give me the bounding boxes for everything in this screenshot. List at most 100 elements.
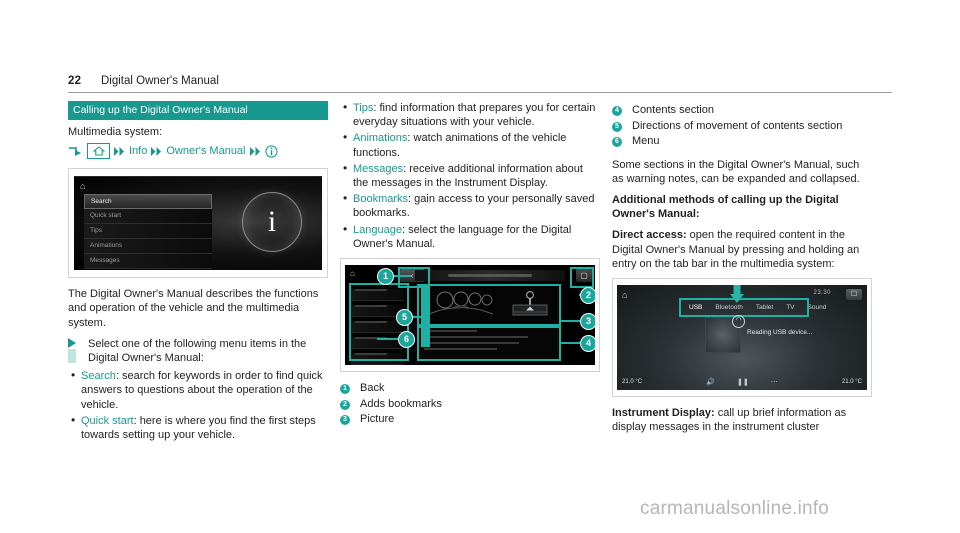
double-chevron-icon — [151, 146, 162, 156]
left-column: Calling up the Digital Owner's Manual Mu… — [68, 101, 328, 449]
callout-label: Directions of movement of contents secti… — [632, 119, 843, 132]
figure-manual-screen-callouts: ⌂ ‹ ▢ 1 2 3 4 5 6 — [340, 258, 600, 373]
callout-number: 3 — [340, 415, 350, 426]
breadcrumb-item-info[interactable]: Info — [129, 145, 147, 157]
bullet-term: Bookmarks — [353, 193, 409, 206]
loading-icon: ◠ — [732, 314, 745, 328]
breadcrumb: Info Owner's Manual — [68, 143, 328, 160]
list-item: Messages: receive additional information… — [340, 161, 600, 190]
callout-label: Adds bookmarks — [360, 397, 442, 410]
status-bar-text: 23:30 — [813, 289, 831, 296]
bullet-term: Language — [353, 223, 402, 236]
callout-badge-5: 5 — [396, 309, 413, 327]
callout-label: Menu — [632, 135, 660, 147]
infotainment-screenshot-usb: ⌂ 23:30 ☐ USB Bluetooth Tablet TV Sound … — [617, 284, 867, 390]
leader-line — [377, 338, 399, 341]
document-page: 22 Digital Owner's Manual Calling up the… — [0, 0, 960, 533]
home-icon — [87, 143, 110, 160]
bullet-term: Search — [81, 370, 116, 383]
heading-bold-text: Additional methods of calling up the Dig… — [612, 193, 839, 221]
callout-number: 4 — [612, 106, 622, 116]
callout-badge-1: 1 — [377, 268, 394, 286]
middle-callout-legend: 1 Back 2 Adds bookmarks 3 Picture — [340, 381, 600, 428]
volume-icon[interactable]: 🔊 — [706, 378, 715, 386]
step-bar-marker — [68, 348, 76, 363]
overlay-bookmark-region — [570, 267, 594, 289]
figure-owners-manual-menu: ⌂ Search Quick start Tips Animations Mes… — [68, 168, 328, 279]
overlay-back-region — [398, 267, 430, 289]
figure-tab-bar-usb: ⌂ 23:30 ☐ USB Bluetooth Tablet TV Sound … — [612, 277, 872, 397]
step-triangle-icon — [68, 337, 76, 348]
page-header: 22 Digital Owner's Manual — [68, 72, 892, 94]
menu-item-messages[interactable]: Messages — [84, 254, 212, 270]
menu-item-quick-start[interactable]: Quick start — [84, 209, 212, 225]
instrument-display-label: Instrument Display: — [612, 406, 715, 419]
callout-badge-4: 4 — [580, 335, 595, 353]
breadcrumb-item-owners-manual[interactable]: Owner's Manual — [166, 145, 245, 157]
direct-access-label: Direct access: — [612, 229, 687, 242]
instrument-display-paragraph: Instrument Display: call up brief inform… — [612, 406, 872, 434]
bullet-term: Quick start — [81, 414, 134, 427]
list-item: Language: select the language for the Di… — [340, 222, 600, 251]
down-arrow-icon — [730, 284, 744, 303]
home-icon: ⌂ — [350, 269, 355, 279]
turn-arrow-icon — [68, 146, 83, 157]
screen-top-divider — [74, 176, 322, 178]
tab-sound[interactable]: Sound — [808, 304, 827, 311]
middle-column: Tips: find information that prepares you… — [340, 100, 600, 436]
bullet-term: Animations — [353, 132, 408, 145]
section-title-bar: Calling up the Digital Owner's Manual — [68, 101, 328, 120]
list-item: Tips: find information that prepares you… — [340, 100, 600, 129]
pause-icon[interactable]: ❚❚ — [737, 378, 749, 386]
bullet-term: Messages — [353, 162, 404, 175]
double-chevron-icon — [249, 146, 261, 156]
callout-label: Back — [360, 382, 385, 395]
list-item: 5 Directions of movement of contents sect… — [612, 119, 872, 135]
menu-item-search[interactable]: Search — [84, 194, 212, 210]
reading-status-text: Reading USB device... — [747, 328, 813, 336]
list-item: Quick start: here is where you find the … — [68, 413, 328, 442]
callout-number: 5 — [612, 121, 622, 132]
info-circle-graphic: i — [242, 192, 302, 253]
watermark: carmanualsonline.info — [640, 498, 830, 519]
header-divider — [68, 92, 892, 93]
home-icon: ⌂ — [80, 181, 86, 192]
info-circle-icon — [264, 145, 278, 158]
menu-item-tips[interactable]: Tips — [84, 224, 212, 240]
list-item: 6 Menu — [612, 134, 872, 150]
overlay-tab-bar-region — [679, 297, 809, 317]
list-item: Animations: watch animations of the vehi… — [340, 130, 600, 159]
leader-line — [393, 275, 411, 278]
callout-number: 2 — [340, 399, 350, 410]
callout-label: Contents section — [632, 104, 714, 116]
callout-label: Picture — [360, 413, 395, 426]
callout-badge-3: 3 — [580, 313, 595, 331]
menu-item-animations[interactable]: Animations — [84, 239, 212, 255]
page-number: 22 — [68, 75, 82, 87]
expandable-sections-paragraph: Some sections in the Digital Owner's Man… — [612, 158, 860, 185]
menu-list: Search Quick start Tips Animations Messa… — [84, 194, 212, 270]
additional-methods-heading: Additional methods of calling up the Dig… — [612, 193, 872, 221]
callout-badge-2: 2 — [580, 287, 595, 305]
right-column: 4 Contents section 5 Directions of movemen… — [612, 101, 872, 441]
bullet-text: : search for keywords in order to find q… — [81, 370, 323, 411]
message-icon[interactable]: ☐ — [846, 288, 862, 300]
list-item: Search: search for keywords in order to … — [68, 368, 328, 412]
media-controls: 🔊 ❚❚ ⋯ — [617, 378, 867, 386]
middle-bullet-list: Tips: find information that prepares you… — [340, 100, 600, 251]
bullet-text: : find information that prepares you for… — [353, 102, 596, 129]
step-text: Select one of the following menu items i… — [88, 337, 307, 365]
list-item: 1 Back — [340, 381, 600, 397]
list-item: Bookmarks: gain access to your personall… — [340, 191, 600, 220]
right-callout-legend: 4 Contents section 5 Directions of movemen… — [612, 103, 872, 150]
step-instruction: Select one of the following menu items i… — [68, 337, 328, 365]
infotainment-screenshot-callouts: ⌂ ‹ ▢ 1 2 3 4 5 6 — [345, 265, 595, 366]
list-item: 3 Picture — [340, 412, 600, 428]
info-glyph: i — [267, 205, 277, 239]
callout-badge-6: 6 — [398, 331, 415, 349]
bullet-term: Tips — [353, 102, 374, 114]
more-icon[interactable]: ⋯ — [771, 378, 778, 386]
left-bullet-list: Search: search for keywords in order to … — [68, 368, 328, 442]
screen-title-bar — [415, 270, 565, 282]
direct-access-paragraph: Direct access: open the required content… — [612, 228, 872, 271]
